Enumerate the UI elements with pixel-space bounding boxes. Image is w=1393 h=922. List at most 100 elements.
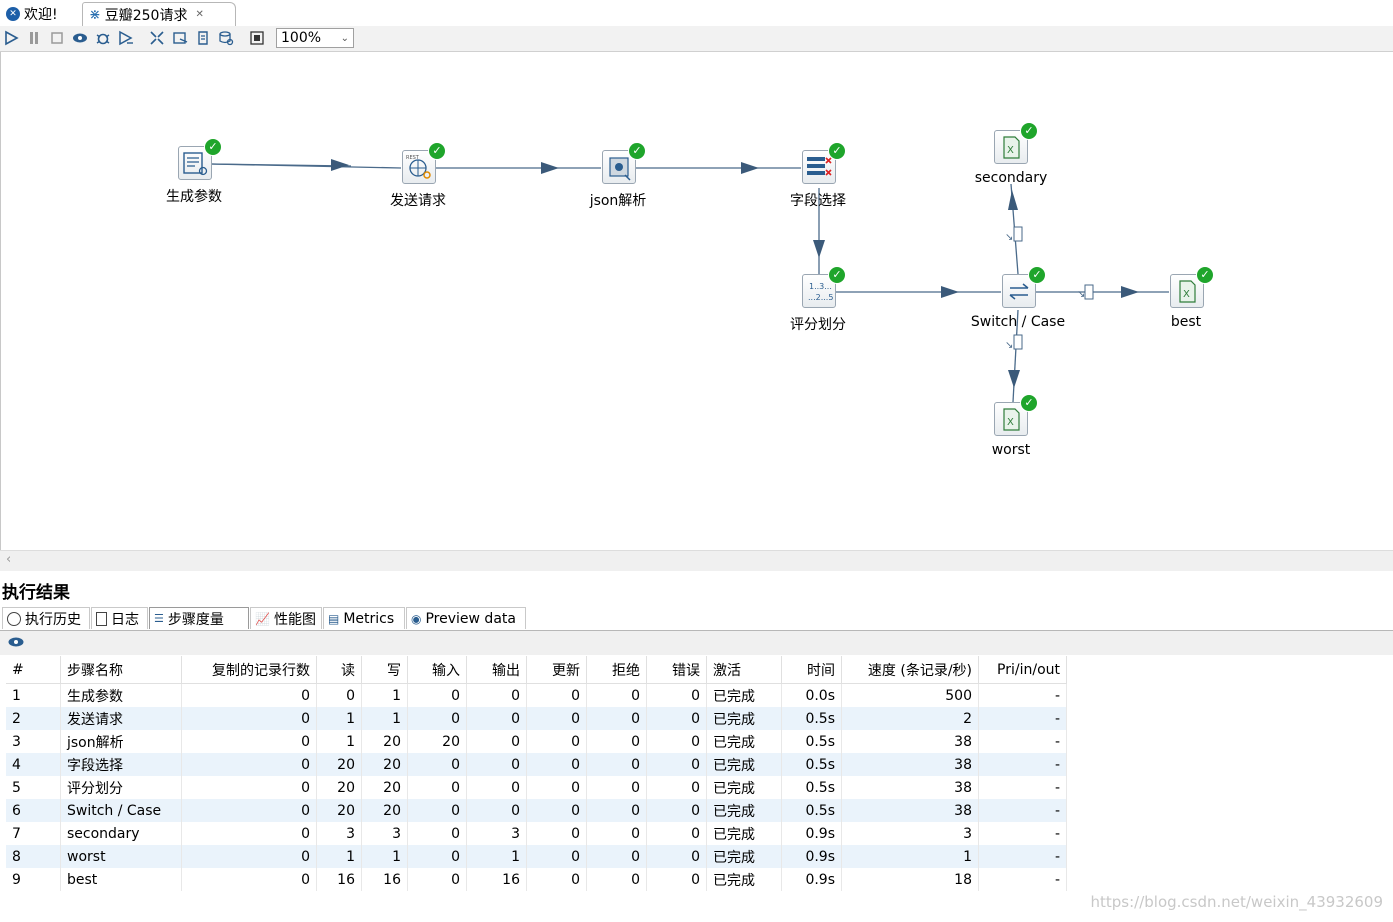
- column-header[interactable]: 步骤名称: [60, 656, 182, 684]
- table-cell: 0: [466, 776, 527, 799]
- eye-icon: ◉: [411, 611, 422, 626]
- svg-text:X: X: [1007, 145, 1014, 156]
- tab-log[interactable]: 日志: [91, 607, 148, 629]
- chevron-left-icon[interactable]: ‹: [6, 552, 11, 567]
- table-cell: 0: [586, 730, 647, 753]
- tab-label: Preview data: [425, 610, 516, 627]
- stop-icon[interactable]: [48, 29, 66, 47]
- table-cell: 20: [316, 776, 362, 799]
- table-row[interactable]: 5 评分划分 0 20 20 0 0 0 0 0 已完成 0.5s 38-: [6, 776, 1067, 799]
- debug-icon[interactable]: [94, 29, 112, 47]
- table-cell: 1: [316, 730, 362, 753]
- table-cell: 0.9s: [781, 845, 842, 868]
- tab-execution-history[interactable]: 执行历史: [2, 607, 90, 629]
- table-row[interactable]: 7 secondary 0 3 3 0 3 0 0 0 已完成 0.9s 3-: [6, 822, 1067, 845]
- column-header[interactable]: 输出: [466, 656, 527, 684]
- step-score-range[interactable]: 1..3... ...2...5 ✓: [802, 266, 846, 308]
- tab-label: Metrics: [343, 610, 395, 627]
- column-header[interactable]: 更新: [526, 656, 587, 684]
- impact-icon[interactable]: [171, 29, 189, 47]
- canvas-horizontal-scrollbar[interactable]: ‹: [0, 550, 1393, 571]
- table-cell: 7: [6, 822, 61, 845]
- step-secondary[interactable]: X ✓: [994, 122, 1038, 164]
- column-header[interactable]: 错误: [646, 656, 707, 684]
- replay-icon[interactable]: [117, 29, 135, 47]
- metrics-toolbar: [0, 631, 1393, 655]
- table-cell: 0: [407, 799, 467, 822]
- table-row[interactable]: 1 生成参数 0 0 1 0 0 0 0 0 已完成 0.0s 500-: [6, 683, 1067, 707]
- table-cell: 0: [181, 776, 317, 799]
- column-header[interactable]: Pri/in/out: [978, 656, 1067, 684]
- table-cell: 0: [646, 683, 707, 707]
- step-switch-case[interactable]: ✓: [1002, 266, 1046, 308]
- step-best[interactable]: X ✓: [1170, 266, 1214, 308]
- column-header[interactable]: 时间: [781, 656, 842, 684]
- line-chart-icon: 📈: [255, 611, 270, 626]
- success-check-icon: ✓: [1020, 394, 1038, 412]
- table-cell: 0: [181, 707, 317, 730]
- table-cell: 3: [6, 730, 61, 753]
- table-cell: 0: [466, 730, 527, 753]
- column-header[interactable]: 复制的记录行数: [181, 656, 317, 684]
- align-grid-icon[interactable]: [248, 29, 266, 47]
- verify-icon[interactable]: [148, 29, 166, 47]
- table-cell: json解析: [60, 730, 182, 753]
- table-row[interactable]: 6 Switch / Case 0 20 20 0 0 0 0 0 已完成 0.5s 38-: [6, 799, 1067, 822]
- table-cell: 38: [841, 776, 979, 799]
- column-header[interactable]: 速度 (条记录/秒): [841, 656, 979, 684]
- results-tab-bar: 执行历史 日志 ☰ 步骤度量 📈 性能图 ▤ Metrics ◉ Preview…: [0, 606, 1393, 631]
- table-row[interactable]: 2 发送请求 0 1 1 0 0 0 0 0 已完成 0.5s 2-: [6, 707, 1067, 730]
- column-header[interactable]: #: [6, 656, 61, 684]
- table-cell: 9: [6, 868, 61, 891]
- table-header-row: # 步骤名称 复制的记录行数 读 写 输入 输出 更新 拒绝 错误 激活 时间 …: [6, 656, 1067, 684]
- table-cell: 0: [526, 868, 587, 891]
- table-cell: 0: [181, 683, 317, 707]
- tab-transformation[interactable]: ⋇ 豆瓣250请求 ✕: [82, 2, 236, 26]
- table-cell: 已完成: [706, 845, 782, 868]
- table-cell: 0: [526, 776, 587, 799]
- run-icon[interactable]: [2, 29, 20, 47]
- transformation-icon: ⋇: [89, 6, 101, 23]
- table-row[interactable]: 9 best 0 16 16 0 16 0 0 0 已完成 0.9s 18-: [6, 868, 1067, 891]
- step-select-fields[interactable]: ✓: [802, 142, 846, 184]
- step-send-request[interactable]: REST ✓: [402, 142, 446, 184]
- tab-performance-graph[interactable]: 📈 性能图: [250, 607, 322, 629]
- step-generate-params[interactable]: ✓: [178, 138, 222, 180]
- sql-icon[interactable]: [194, 29, 212, 47]
- table-cell: 8: [6, 845, 61, 868]
- success-check-icon: ✓: [828, 266, 846, 284]
- column-header[interactable]: 拒绝: [586, 656, 647, 684]
- table-row[interactable]: 4 字段选择 0 20 20 0 0 0 0 0 已完成 0.5s 38-: [6, 753, 1067, 776]
- step-worst[interactable]: X ✓: [994, 394, 1038, 436]
- tab-welcome[interactable]: ✕ 欢迎!: [0, 2, 88, 25]
- table-cell: 2: [6, 707, 61, 730]
- pause-icon[interactable]: [25, 29, 43, 47]
- svg-text:...2...5: ...2...5: [808, 293, 833, 302]
- table-cell: 0: [526, 822, 587, 845]
- preview-icon[interactable]: [71, 29, 89, 47]
- table-cell: 0: [646, 799, 707, 822]
- tab-step-metrics[interactable]: ☰ 步骤度量: [149, 607, 249, 629]
- close-tab-icon[interactable]: ✕: [195, 9, 203, 20]
- column-header[interactable]: 读: [316, 656, 362, 684]
- eye-icon[interactable]: [8, 635, 24, 653]
- table-cell: 3: [361, 822, 408, 845]
- column-header[interactable]: 激活: [706, 656, 782, 684]
- column-header[interactable]: 输入: [407, 656, 467, 684]
- tab-metrics[interactable]: ▤ Metrics: [323, 607, 405, 629]
- tab-preview-data[interactable]: ◉ Preview data: [406, 607, 526, 629]
- zoom-select[interactable]: 100% ⌄: [276, 28, 354, 48]
- column-header[interactable]: 写: [361, 656, 408, 684]
- numbered-list-icon: ☰: [154, 612, 164, 625]
- table-cell: 0: [586, 845, 647, 868]
- step-json-parse[interactable]: ✓: [602, 142, 646, 184]
- table-cell: 16: [361, 868, 408, 891]
- table-cell: 0: [407, 868, 467, 891]
- table-row[interactable]: 3 json解析 0 1 20 20 0 0 0 0 已完成 0.5s 38-: [6, 730, 1067, 753]
- transformation-canvas[interactable]: ↘ ↘ ↘ ✓ 生成参数 REST ✓ 发送请求 ✓ json解析 ✓ 字段选择…: [0, 52, 1393, 550]
- explore-db-icon[interactable]: [217, 29, 235, 47]
- step-label: 生成参数: [166, 189, 222, 205]
- table-cell: -: [978, 845, 1067, 868]
- table-row[interactable]: 8 worst 0 1 1 0 1 0 0 0 已完成 0.9s 1-: [6, 845, 1067, 868]
- table-cell: 2: [841, 707, 979, 730]
